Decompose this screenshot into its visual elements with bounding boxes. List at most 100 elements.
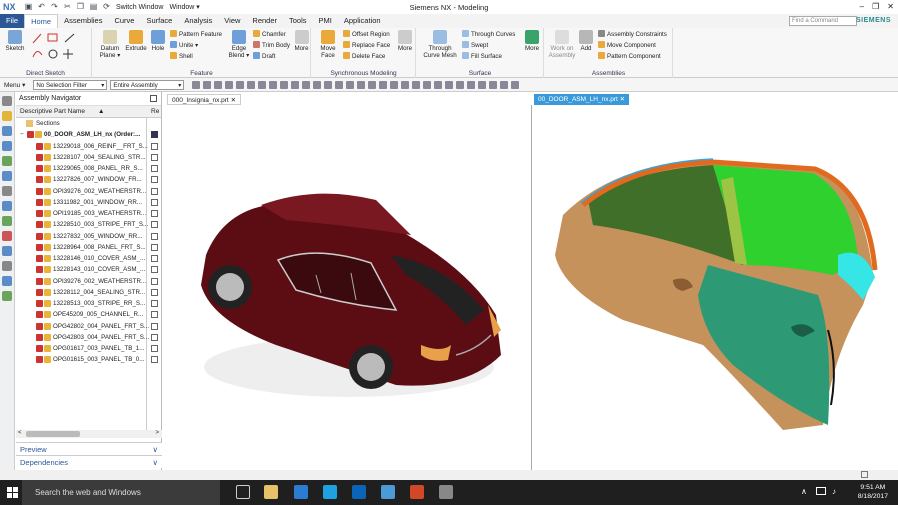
save-icon[interactable]: ▣: [23, 2, 34, 12]
component-row[interactable]: 13229018_006_REINF__FRT_S...: [16, 141, 161, 152]
select-icon[interactable]: [213, 80, 222, 89]
system-clock[interactable]: 9:51 AM 8/18/2017: [858, 483, 888, 501]
face-icon[interactable]: [367, 80, 376, 89]
column-descriptive-part-name[interactable]: Descriptive Part Name: [20, 106, 85, 118]
feature-more-button[interactable]: More: [293, 30, 310, 52]
hole-button[interactable]: Hole: [149, 30, 167, 52]
close-icon[interactable]: ✕: [231, 97, 236, 104]
reference-checkbox[interactable]: [151, 176, 158, 184]
car-model[interactable]: [166, 105, 532, 470]
filter-icon[interactable]: [202, 80, 211, 89]
nx-taskbar-icon[interactable]: [381, 485, 395, 499]
draft-button[interactable]: Draft: [253, 52, 275, 62]
move-face-button[interactable]: Move Face: [316, 30, 340, 59]
constraint-navigator-icon[interactable]: [2, 126, 12, 136]
repeat-command-icon[interactable]: ⟳: [101, 2, 112, 12]
tab-surface[interactable]: Surface: [140, 14, 178, 28]
checkbox-icon[interactable]: [36, 165, 43, 172]
work-on-assembly-button[interactable]: Work on Assembly: [547, 30, 577, 59]
checkbox-icon[interactable]: [36, 266, 43, 274]
component-row[interactable]: 13228510_003_STRIPE_FRT_S...: [16, 219, 161, 230]
scope-dropdown[interactable]: Entire Assembly: [110, 79, 185, 90]
graphics-window-car[interactable]: [166, 105, 532, 470]
checkbox-icon[interactable]: [36, 255, 43, 262]
checkbox-icon[interactable]: [36, 322, 43, 330]
checkbox-icon[interactable]: [36, 187, 43, 195]
task-view-icon[interactable]: [236, 485, 250, 499]
endpoint-icon[interactable]: [290, 80, 299, 89]
reference-checkbox[interactable]: [151, 153, 158, 161]
redo-icon[interactable]: ↷: [49, 2, 60, 12]
checkbox-icon[interactable]: [36, 176, 43, 184]
reference-checkbox[interactable]: [151, 198, 158, 206]
fill-surface-button[interactable]: Fill Surface: [462, 52, 502, 62]
reference-checkbox[interactable]: [151, 221, 158, 229]
close-icon[interactable]: ✕: [887, 2, 894, 11]
reference-checkbox[interactable]: [151, 142, 158, 150]
menu-button[interactable]: Menu ▾: [4, 81, 25, 89]
component-row[interactable]: 13228143_010_COVER_ASM_...: [16, 264, 161, 275]
taskbar-search-box[interactable]: Search the web and Windows: [22, 480, 220, 505]
reference-checkbox[interactable]: [151, 322, 158, 330]
assembly-constraints-button[interactable]: Assembly Constraints: [598, 30, 667, 40]
tab-analysis[interactable]: Analysis: [178, 14, 218, 28]
reference-checkbox[interactable]: [151, 288, 158, 296]
checkbox-icon[interactable]: [36, 221, 43, 229]
volume-icon[interactable]: ♪: [832, 487, 836, 496]
assembly-navigator-icon[interactable]: [2, 111, 12, 121]
file-explorer-icon[interactable]: [264, 485, 278, 499]
checkbox-icon[interactable]: [36, 333, 43, 341]
selection-filter-dropdown[interactable]: No Selection Filter: [33, 79, 108, 90]
checkbox-icon[interactable]: [27, 131, 34, 139]
reference-checkbox[interactable]: [151, 232, 158, 240]
switch-window-button[interactable]: Switch Window: [116, 4, 163, 11]
scroll-left-icon[interactable]: <: [18, 430, 22, 436]
checkbox-icon[interactable]: [36, 153, 43, 161]
scroll-right-icon[interactable]: >: [155, 430, 159, 436]
offset-region-button[interactable]: Offset Region: [343, 30, 390, 40]
wcs-icon[interactable]: [466, 80, 475, 89]
tab-curve[interactable]: Curve: [108, 14, 140, 28]
replace-face-button[interactable]: Replace Face: [343, 41, 390, 51]
chamfer-button[interactable]: Chamfer: [253, 30, 286, 40]
edge-browser-icon[interactable]: [294, 485, 308, 499]
through-curves-button[interactable]: Through Curves: [462, 30, 515, 40]
component-row[interactable]: 13228112_004_SEALING_STR...: [16, 287, 161, 298]
system-materials-icon[interactable]: [2, 276, 12, 286]
reference-checkbox[interactable]: [151, 345, 158, 352]
tab-render[interactable]: Render: [246, 14, 283, 28]
palette-icon[interactable]: [2, 291, 12, 301]
scroll-thumb[interactable]: [26, 431, 80, 437]
rectangle-select-icon[interactable]: [235, 80, 244, 89]
reference-checkbox[interactable]: [151, 187, 158, 195]
reference-checkbox[interactable]: [151, 210, 158, 217]
edge-blend-button[interactable]: Edge Blend ▾: [227, 30, 251, 59]
reference-checkbox[interactable]: [151, 277, 158, 285]
outlook-icon[interactable]: [352, 485, 366, 499]
history-icon[interactable]: [2, 201, 12, 211]
quadrant-icon[interactable]: [334, 80, 343, 89]
datum-plane-button[interactable]: Datum Plane ▾: [97, 30, 123, 59]
wireframe-icon[interactable]: [268, 80, 277, 89]
pattern-feature-button[interactable]: Pattern Feature: [170, 30, 222, 40]
reference-checkbox[interactable]: [151, 300, 158, 307]
tab-door-assembly[interactable]: 00_DOOR_ASM_LH_nx.prt ✕: [534, 94, 630, 105]
shaded-icon[interactable]: [257, 80, 266, 89]
render-icon[interactable]: [444, 80, 453, 89]
sketch-curve-tools-icon[interactable]: [31, 31, 86, 61]
component-row[interactable]: 13227826_007_WINDOW_FR...: [16, 174, 161, 185]
view-icon[interactable]: [246, 80, 255, 89]
notification-icon[interactable]: [816, 487, 826, 495]
component-row[interactable]: OPI39276_002_WEATHERSTR...: [16, 186, 161, 197]
tab-pmi[interactable]: PMI: [313, 14, 338, 28]
checkbox-icon[interactable]: [36, 232, 43, 240]
door-assembly-model[interactable]: [533, 105, 898, 470]
swept-button[interactable]: Swept: [462, 41, 488, 51]
display-icon[interactable]: [488, 80, 497, 89]
teamcenter-icon[interactable]: [439, 485, 453, 499]
reference-checkbox[interactable]: [151, 311, 158, 319]
measure-icon[interactable]: [510, 80, 519, 89]
tab-tools[interactable]: Tools: [283, 14, 313, 28]
checkbox-icon[interactable]: [36, 300, 43, 307]
point-icon[interactable]: [279, 80, 288, 89]
